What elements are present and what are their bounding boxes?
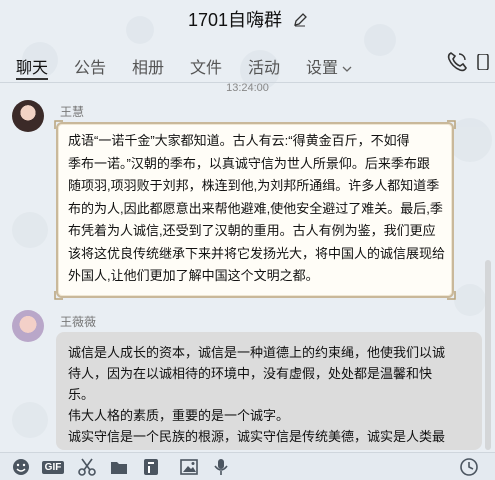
message-line: 该将这优良传统继承下来并将它发扬光大，将中国人的诚信展现给 <box>68 245 446 261</box>
folder-icon[interactable] <box>110 458 128 476</box>
message-bubble[interactable]: 诚信是人成长的资本，诚信是一种道德上的约束绳，他使我们以诚 待人，因为在以诚相待… <box>56 332 482 450</box>
message-line: 待人，因为在以诚相待的环境中，没有虚假，处处都是温馨和快 <box>68 366 433 381</box>
scrollbar[interactable] <box>485 260 491 450</box>
tab-bar: 聊天 公告 相册 文件 活动 设置 <box>0 48 495 82</box>
bubble-corner-decoration <box>54 120 63 129</box>
tab-announcement[interactable]: 公告 <box>74 54 106 78</box>
more-icon[interactable] <box>476 53 490 75</box>
chevron-down-icon <box>342 60 352 78</box>
clock-icon[interactable] <box>460 458 478 476</box>
tab-settings-label: 设置 <box>306 60 339 77</box>
group-title: 1701自嗨群 <box>187 10 283 30</box>
image-icon[interactable] <box>180 458 198 476</box>
sender-name: 王慧 <box>60 105 85 119</box>
message-text: 成语“一诺千金”大家都知道。古人有云:“得黄金百斤，不如得 季布一诺。”汉朝的季… <box>68 130 446 288</box>
bubble-corner-decoration <box>447 120 456 129</box>
scissors-icon[interactable] <box>78 458 96 476</box>
mic-icon[interactable] <box>212 458 230 476</box>
bubble-corner-decoration <box>54 291 63 300</box>
avatar[interactable] <box>12 100 44 132</box>
input-toolbar: GIF <box>0 452 495 480</box>
message-line: 随项羽,项羽败于刘邦，株连到他,为刘邦所通缉。许多人都知道季 <box>68 178 440 193</box>
message-bubble[interactable]: 成语“一诺千金”大家都知道。古人有云:“得黄金百斤，不如得 季布一诺。”汉朝的季… <box>54 120 456 300</box>
message-text: 诚信是人成长的资本，诚信是一种道德上的约束绳，他使我们以诚 待人，因为在以诚相待… <box>68 342 473 447</box>
message-line: 季布一诺。”汉朝的季布，以真诚守信为世人所景仰。后来季布跟 <box>68 155 430 171</box>
message-line: 布的为人,因此都愿意出来帮他避难,使他安全避过了难关。最后,季 <box>68 200 443 216</box>
message-line: 诚信是人成长的资本，诚信是一种道德上的约束绳，他使我们以诚 <box>68 345 446 360</box>
message-line: 伟大人格的素质，重要的是一个诚字。 <box>68 408 290 423</box>
tab-activity[interactable]: 活动 <box>248 54 280 78</box>
message-timestamp: 13:24:00 <box>226 82 269 94</box>
emoji-icon[interactable] <box>12 458 30 476</box>
active-tab-indicator <box>16 78 48 80</box>
tab-album[interactable]: 相册 <box>132 54 164 78</box>
message-line: 诚实守信是一个民族的根源，诚实守信是传统美德，诚实是人类最 <box>68 429 446 444</box>
tab-files[interactable]: 文件 <box>190 54 222 78</box>
title-bar: 1701自嗨群 <box>0 0 495 40</box>
message-line: 外国人,让他们更加了解中国这个文明之都。 <box>68 268 319 283</box>
message-line: 乐。 <box>68 387 95 402</box>
message-line: 布凭着为人诚信,还受到了汉朝的重用。古人有例为鉴，我们更应 <box>68 223 436 238</box>
bubble-corner-decoration <box>447 291 456 300</box>
avatar[interactable] <box>12 310 44 342</box>
gif-icon[interactable]: GIF <box>41 458 65 476</box>
edit-icon[interactable] <box>293 11 307 32</box>
gif-label: GIF <box>41 460 65 474</box>
tab-chat[interactable]: 聊天 <box>16 54 48 78</box>
tab-settings[interactable]: 设置 <box>306 54 352 78</box>
message-line: 成语“一诺千金”大家都知道。古人有云:“得黄金百斤，不如得 <box>68 133 410 148</box>
doc-icon[interactable] <box>142 458 160 476</box>
sender-name: 王薇薇 <box>60 315 97 329</box>
phone-icon[interactable] <box>446 51 468 78</box>
